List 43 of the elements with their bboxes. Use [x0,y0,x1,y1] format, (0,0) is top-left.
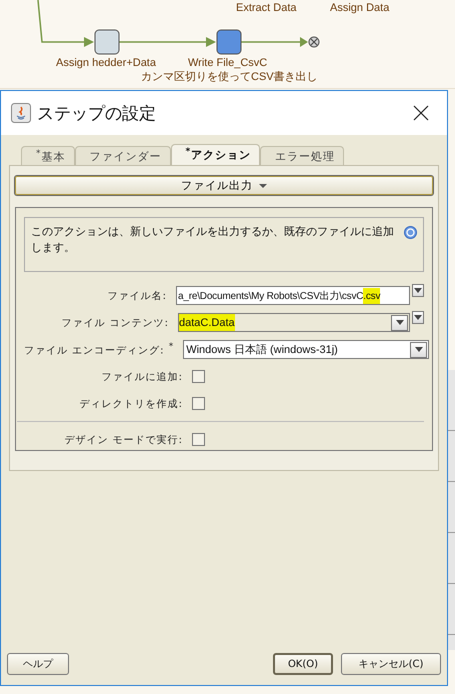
tab[interactable]: $^{*}$アクション [170,144,260,165]
help-button[interactable]: ヘルプ [7,653,69,675]
step-label: Write File_CsvC [188,57,268,69]
field-label: ファイル名: [106,290,168,302]
caret-icon [396,320,404,325]
app-icon [11,103,31,123]
dropdown-button[interactable] [391,314,408,330]
caret-icon [414,347,423,352]
window-title: ステップの設定 [37,102,157,124]
caret-icon [414,288,422,293]
caret-icon [414,315,422,320]
field-label: ディレクトリを作成: [78,398,184,410]
end-node-icon [308,36,320,48]
checkbox[interactable] [192,370,205,383]
field-value: dataC.Data [179,316,235,328]
tab[interactable]: $^{*}$基本 [21,146,74,165]
field-label: デザイン モードで実行: [63,434,184,446]
combo-field[interactable]: dataC.Data [178,313,410,332]
dialog-button[interactable]: キャンセル(C) [341,653,441,675]
dropdown-button[interactable] [412,311,424,324]
step-node[interactable] [94,30,120,54]
field-label: ファイル コンテンツ: [60,316,170,330]
step-node[interactable] [216,30,242,54]
help-icon[interactable] [404,226,417,239]
step-label: Assign hedder+Data [56,57,156,69]
select-field[interactable]: Windows 日本語 (windows-31j) [183,340,430,359]
close-icon[interactable] [413,105,429,121]
description-text: このアクションは、新しいファイルを出力するか、既存のファイルに追加します。 [31,224,394,256]
tab[interactable]: エラー処理 [260,146,344,165]
dropdown-button[interactable] [410,342,428,358]
connector-line [37,0,94,47]
dropdown-button[interactable] [412,284,424,297]
action-dropdown[interactable]: ファイル出力 [15,176,433,195]
field-value: Windows 日本語 (windows-31j) [186,343,338,357]
checkbox[interactable] [192,397,205,410]
step-label: Assign Data [330,2,390,14]
field-label: ファイルに追加: [100,370,184,384]
checkbox[interactable] [192,433,205,446]
step-label: Extract Data [236,2,297,14]
dialog-button[interactable]: OK(O) [273,653,333,675]
field-label: ファイル エンコーディング: $^{*}$ [24,342,176,358]
connector-arrow [241,37,308,47]
tab[interactable]: ファインダー [74,146,170,165]
